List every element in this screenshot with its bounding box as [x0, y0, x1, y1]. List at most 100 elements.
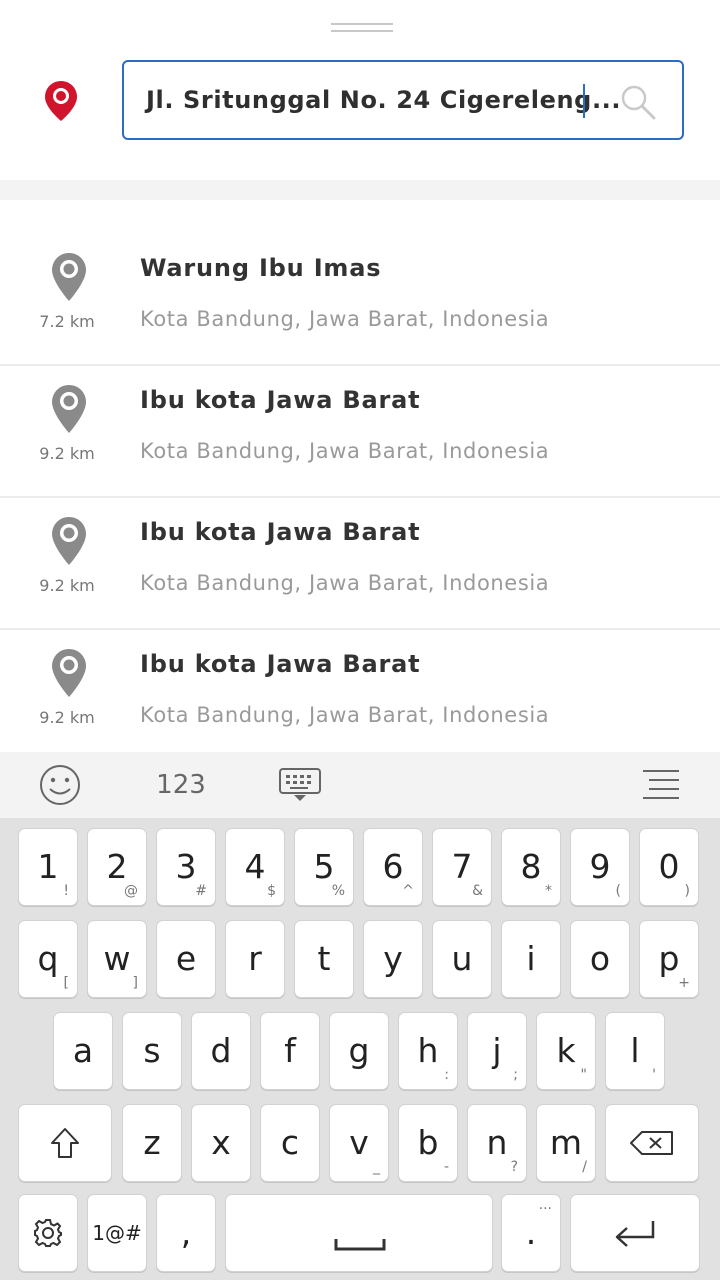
key-j[interactable]: j; [467, 1012, 527, 1090]
key-b[interactable]: b- [398, 1104, 458, 1182]
key-label: x [211, 1123, 231, 1162]
key-u[interactable]: u [432, 920, 492, 998]
key-label: r [248, 939, 262, 978]
key-label: l [630, 1031, 640, 1070]
key-alt-label: : [444, 1067, 449, 1083]
key-m[interactable]: m / [536, 1104, 596, 1182]
key-alt-label: ? [510, 1159, 518, 1175]
result-subtitle: Kota Bandung, Jawa Barat, Indonesia [140, 703, 550, 727]
key-0[interactable]: 0) [639, 828, 699, 906]
key-alt-label: ' [652, 1067, 656, 1083]
key-e[interactable]: e [156, 920, 216, 998]
key-alt-label: ... [538, 1197, 552, 1213]
key-1[interactable]: 1! [18, 828, 78, 906]
key-label: j [492, 1031, 502, 1070]
key-n[interactable]: n? [467, 1104, 527, 1182]
key-label: b [417, 1123, 439, 1162]
key-alt-label: / [582, 1159, 587, 1175]
key-k[interactable]: k " [536, 1012, 596, 1090]
key-f[interactable]: f [260, 1012, 320, 1090]
enter-icon [615, 1221, 655, 1247]
map-pin-icon [52, 649, 86, 697]
key-2[interactable]: 2 @ [87, 828, 147, 906]
sheet-drag-handle-line [331, 30, 393, 32]
key-label: 1 [37, 847, 59, 886]
key-c[interactable]: c [260, 1104, 320, 1182]
key-label: h [417, 1031, 439, 1070]
space-key[interactable] [225, 1194, 493, 1272]
key-label: 5 [313, 847, 335, 886]
result-item[interactable]: 9.2 km Ibu kota Jawa Barat Kota Bandung,… [0, 630, 720, 752]
key-v[interactable]: v _ [329, 1104, 389, 1182]
numbers-mode-button[interactable]: 123 [150, 752, 212, 818]
symbols-key[interactable]: 1@# [87, 1194, 147, 1272]
key-h[interactable]: h: [398, 1012, 458, 1090]
search-input-value[interactable]: Jl. Sritunggal No. 24 Cigereleng... [146, 86, 621, 114]
key-alt-label: $ [267, 883, 276, 899]
key-4[interactable]: 4 $ [225, 828, 285, 906]
search-input[interactable]: Jl. Sritunggal No. 24 Cigereleng... [122, 60, 684, 140]
keyboard-toolbar: 123 [0, 752, 720, 818]
comma-key[interactable]: , [156, 1194, 216, 1272]
key-y[interactable]: y [363, 920, 423, 998]
key-l[interactable]: l ' [605, 1012, 665, 1090]
key-6[interactable]: 6 ^ [363, 828, 423, 906]
key-alt-label: # [195, 883, 207, 899]
result-subtitle: Kota Bandung, Jawa Barat, Indonesia [140, 307, 550, 331]
key-9[interactable]: 9( [570, 828, 630, 906]
search-icon[interactable] [620, 84, 656, 120]
key-i[interactable]: i [501, 920, 561, 998]
key-label: 3 [175, 847, 197, 886]
key-label: f [284, 1031, 296, 1070]
result-item[interactable]: 9.2 km Ibu kota Jawa Barat Kota Bandung,… [0, 366, 720, 498]
key-x[interactable]: x [191, 1104, 251, 1182]
result-item[interactable]: 7.2 km Warung Ibu Imas Kota Bandung, Jaw… [0, 234, 720, 366]
key-alt-label: ; [513, 1067, 518, 1083]
key-a[interactable]: a [53, 1012, 113, 1090]
key-label: m [549, 1123, 583, 1162]
key-alt-label: & [472, 883, 483, 899]
key-5[interactable]: 5% [294, 828, 354, 906]
key-q[interactable]: q[ [18, 920, 78, 998]
key-alt-label: ^ [402, 883, 414, 899]
key-r[interactable]: r [225, 920, 285, 998]
keyboard-hide-button[interactable] [276, 752, 324, 818]
key-label: . [525, 1213, 537, 1252]
key-3[interactable]: 3 # [156, 828, 216, 906]
emoji-icon [40, 765, 80, 805]
key-label: e [175, 939, 197, 978]
key-7[interactable]: 7 & [432, 828, 492, 906]
key-alt-label: ) [684, 883, 690, 899]
result-distance: 7.2 km [39, 312, 95, 331]
key-z[interactable]: z [122, 1104, 182, 1182]
key-8[interactable]: 8 * [501, 828, 561, 906]
key-alt-label: ] [132, 975, 138, 991]
key-alt-label: % [331, 883, 345, 899]
key-label: c [280, 1123, 300, 1162]
menu-icon [643, 770, 679, 799]
result-distance: 9.2 km [39, 576, 95, 595]
backspace-key[interactable] [605, 1104, 699, 1182]
enter-key[interactable] [570, 1194, 700, 1272]
menu-button[interactable] [638, 752, 684, 818]
result-title: Warung Ibu Imas [140, 254, 382, 282]
key-label: 9 [589, 847, 611, 886]
settings-key[interactable] [18, 1194, 78, 1272]
key-s[interactable]: s [122, 1012, 182, 1090]
key-g[interactable]: g [329, 1012, 389, 1090]
key-o[interactable]: o [570, 920, 630, 998]
result-item[interactable]: 9.2 km Ibu kota Jawa Barat Kota Bandung,… [0, 498, 720, 630]
key-w[interactable]: w] [87, 920, 147, 998]
key-d[interactable]: d [191, 1012, 251, 1090]
result-subtitle: Kota Bandung, Jawa Barat, Indonesia [140, 439, 550, 463]
result-distance: 9.2 km [39, 444, 95, 463]
shift-key[interactable] [18, 1104, 112, 1182]
key-t[interactable]: t [294, 920, 354, 998]
key-alt-label: + [678, 975, 690, 991]
key-p[interactable]: p + [639, 920, 699, 998]
emoji-button[interactable] [36, 752, 84, 818]
sheet-drag-handle[interactable] [331, 23, 393, 25]
key-label: 8 [520, 847, 542, 886]
period-key[interactable]: . ... [501, 1194, 561, 1272]
key-label: s [143, 1031, 161, 1070]
